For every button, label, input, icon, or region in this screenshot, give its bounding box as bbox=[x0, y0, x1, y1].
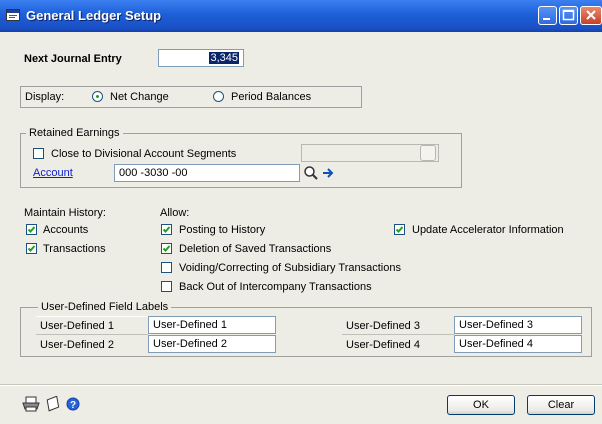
accounts-checkbox[interactable] bbox=[26, 224, 37, 235]
deletion-saved-transactions-label: Deletion of Saved Transactions bbox=[179, 243, 332, 255]
lookup-icon[interactable] bbox=[303, 165, 319, 181]
back-out-intercompany-label: Back Out of Intercompany Transactions bbox=[179, 281, 372, 293]
window-title: General Ledger Setup bbox=[26, 8, 162, 23]
voiding-correcting-checkbox[interactable] bbox=[161, 262, 172, 273]
user-defined-2-field[interactable]: User-Defined 2 bbox=[148, 335, 276, 353]
checkmark-icon bbox=[395, 226, 404, 233]
user-defined-3-field[interactable]: User-Defined 3 bbox=[454, 316, 582, 334]
user-defined-4-field[interactable]: User-Defined 4 bbox=[454, 335, 582, 353]
net-change-label[interactable]: Net Change bbox=[110, 90, 169, 104]
posting-to-history-checkbox[interactable] bbox=[161, 224, 172, 235]
next-journal-entry-label: Next Journal Entry bbox=[24, 53, 122, 65]
close-icon bbox=[586, 10, 596, 20]
minimize-button[interactable] bbox=[538, 6, 557, 25]
ok-button[interactable]: OK bbox=[447, 395, 515, 415]
posting-to-history-label: Posting to History bbox=[179, 224, 266, 236]
maximize-icon bbox=[562, 9, 575, 21]
maintain-history-label: Maintain History: bbox=[24, 207, 106, 219]
close-divisional-label: Close to Divisional Account Segments bbox=[51, 148, 237, 160]
transactions-label: Transactions bbox=[43, 243, 106, 255]
svg-text:?: ? bbox=[70, 400, 76, 411]
checkmark-icon bbox=[27, 245, 36, 252]
next-journal-entry-field[interactable]: 3,345 bbox=[158, 49, 244, 67]
update-accelerator-label: Update Accelerator Information bbox=[412, 224, 564, 236]
account-link[interactable]: Account bbox=[33, 166, 73, 180]
user-defined-4-label: User-Defined 4 bbox=[346, 339, 420, 351]
accounts-label: Accounts bbox=[43, 224, 89, 236]
back-out-intercompany-checkbox[interactable] bbox=[161, 281, 172, 292]
deletion-saved-transactions-checkbox[interactable] bbox=[161, 243, 172, 254]
general-ledger-setup-window: General Ledger Setup Next Journal Entry … bbox=[0, 0, 602, 424]
retained-earnings-legend: Retained Earnings bbox=[26, 127, 123, 139]
checkmark-icon bbox=[27, 226, 36, 233]
user-defined-3-label: User-Defined 3 bbox=[346, 320, 420, 332]
checkmark-icon bbox=[162, 245, 171, 252]
next-journal-entry-value: 3,345 bbox=[209, 52, 239, 64]
user-defined-legend: User-Defined Field Labels bbox=[38, 301, 172, 313]
display-label: Display: bbox=[25, 91, 65, 103]
checkmark-icon bbox=[162, 226, 171, 233]
clear-button[interactable]: Clear bbox=[527, 395, 595, 415]
period-balances-radio[interactable] bbox=[213, 91, 224, 102]
voiding-correcting-label: Voiding/Correcting of Subsidiary Transac… bbox=[179, 262, 401, 274]
user-defined-2-label: User-Defined 2 bbox=[40, 339, 114, 351]
minimize-icon bbox=[543, 18, 550, 20]
close-button[interactable] bbox=[580, 6, 602, 25]
user-defined-1-label: User-Defined 1 bbox=[40, 320, 114, 332]
note-icon[interactable] bbox=[45, 395, 61, 412]
help-icon[interactable]: ? bbox=[66, 397, 80, 411]
radio-dot bbox=[96, 95, 99, 98]
account-field[interactable]: 000 -3030 -00 bbox=[114, 164, 300, 182]
title-bar[interactable]: General Ledger Setup bbox=[0, 0, 602, 32]
close-divisional-checkbox[interactable] bbox=[33, 148, 44, 159]
update-accelerator-checkbox[interactable] bbox=[394, 224, 405, 235]
arrow-right-icon[interactable] bbox=[321, 165, 335, 181]
period-balances-label[interactable]: Period Balances bbox=[231, 90, 311, 104]
udf-row-divider bbox=[342, 334, 454, 335]
net-change-radio[interactable] bbox=[92, 91, 103, 102]
printer-icon[interactable] bbox=[22, 396, 40, 412]
divisional-segment-field bbox=[301, 144, 439, 162]
maximize-button[interactable] bbox=[559, 6, 578, 25]
transactions-checkbox[interactable] bbox=[26, 243, 37, 254]
user-defined-1-field[interactable]: User-Defined 1 bbox=[148, 316, 276, 334]
divisional-lookup-button bbox=[420, 145, 436, 161]
allow-label: Allow: bbox=[160, 207, 190, 219]
footer-separator bbox=[0, 384, 602, 386]
window-app-icon bbox=[6, 9, 20, 21]
udf-row-divider bbox=[36, 334, 148, 335]
